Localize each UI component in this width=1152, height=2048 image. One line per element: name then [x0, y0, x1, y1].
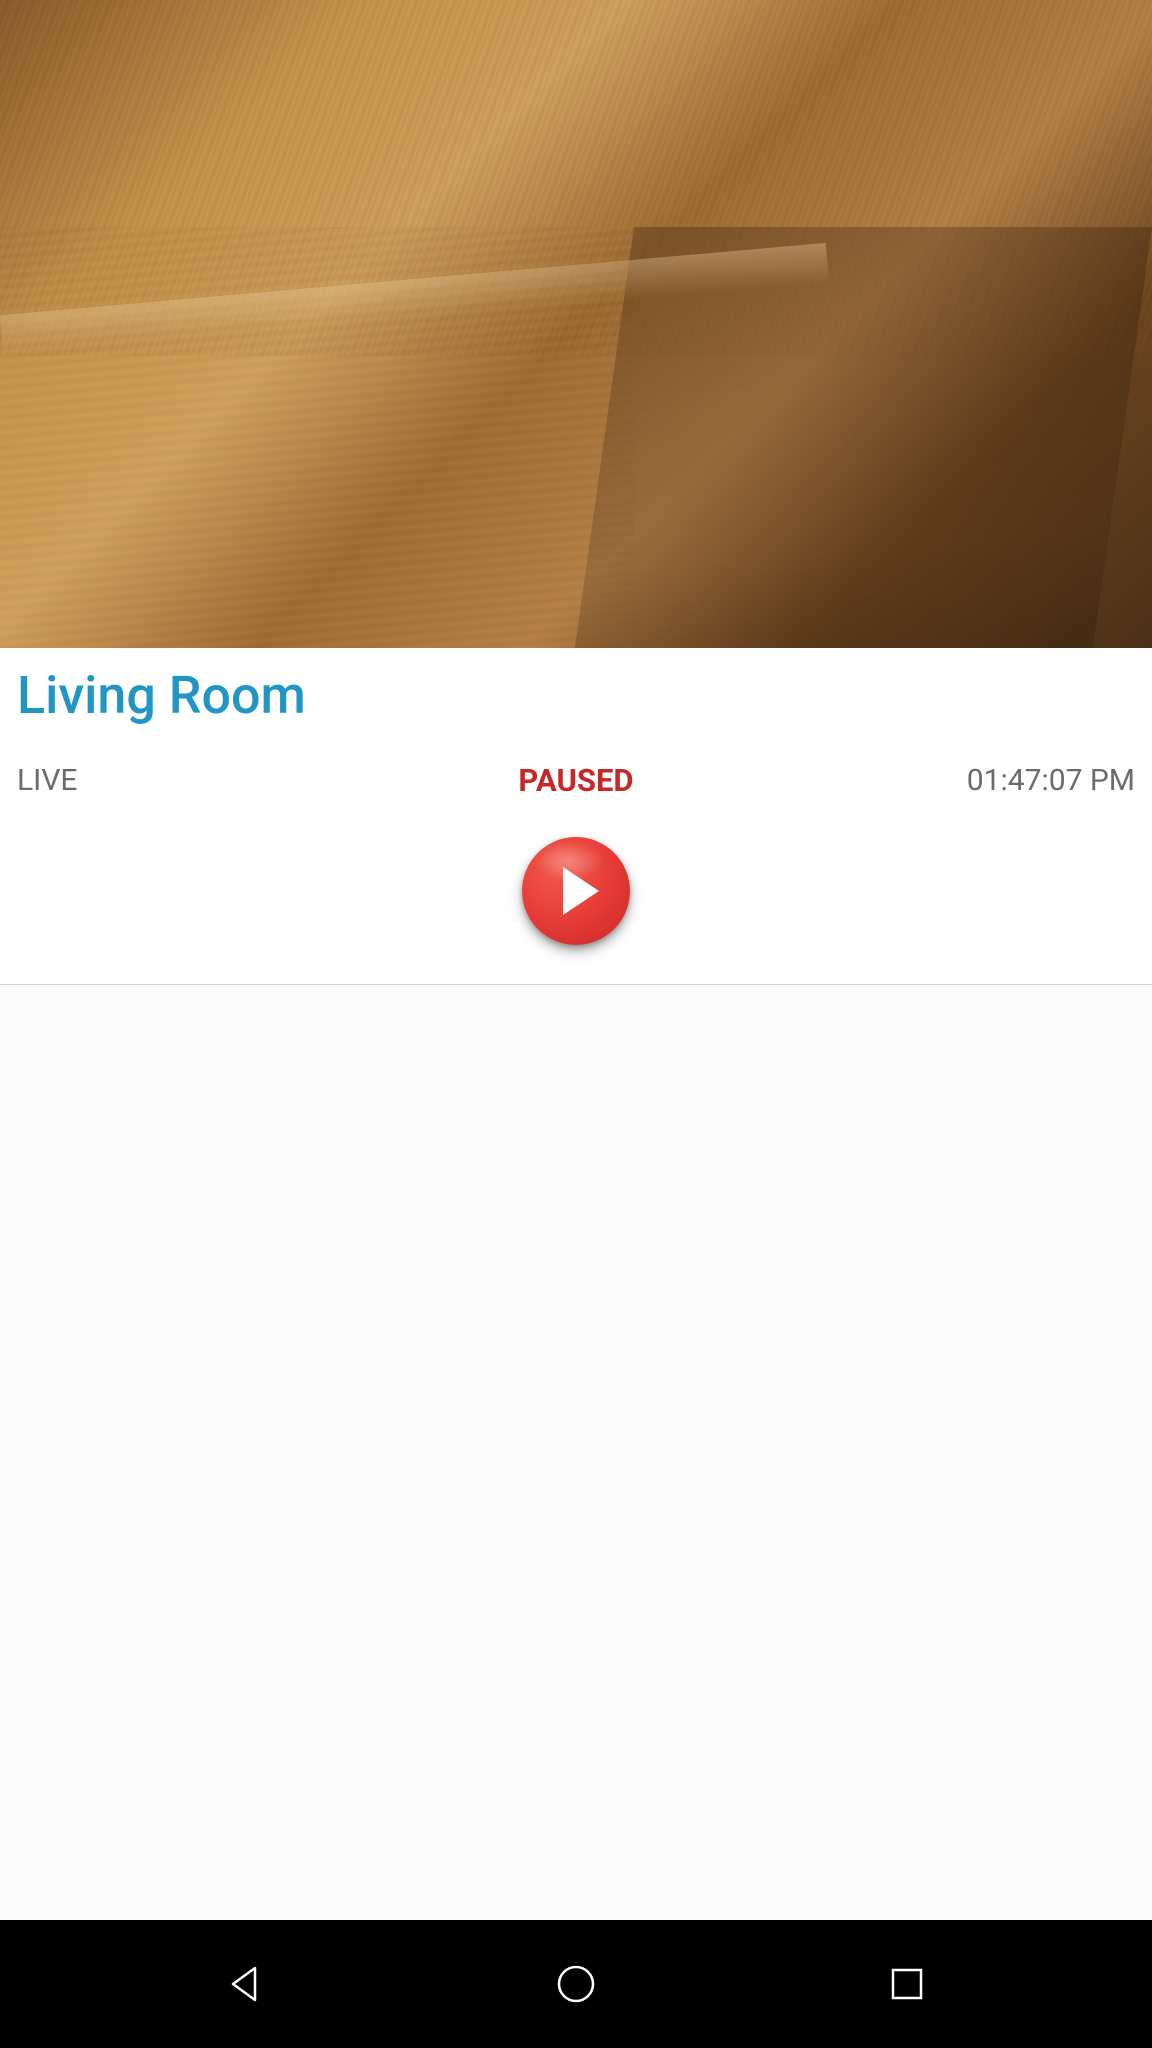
feed-background — [0, 0, 1152, 648]
back-button[interactable] — [213, 1952, 277, 2016]
recent-apps-icon — [887, 1964, 927, 2004]
timestamp-label: 01:47:07 PM — [762, 763, 1135, 798]
home-icon — [554, 1962, 598, 2006]
back-icon — [223, 1962, 267, 2006]
status-row: LIVE PAUSED 01:47:07 PM — [17, 762, 1135, 799]
camera-title: Living Room — [17, 665, 1135, 726]
camera-feed-thumbnail[interactable] — [0, 0, 1152, 648]
recent-apps-button[interactable] — [875, 1952, 939, 2016]
home-button[interactable] — [544, 1952, 608, 2016]
camera-info-panel: Living Room LIVE PAUSED 01:47:07 PM — [0, 648, 1152, 985]
playback-status: PAUSED — [390, 762, 763, 799]
play-button-container — [17, 819, 1135, 967]
play-button[interactable] — [522, 837, 630, 945]
play-icon — [563, 867, 599, 915]
live-indicator: LIVE — [17, 763, 390, 798]
android-nav-bar — [0, 1920, 1152, 2048]
